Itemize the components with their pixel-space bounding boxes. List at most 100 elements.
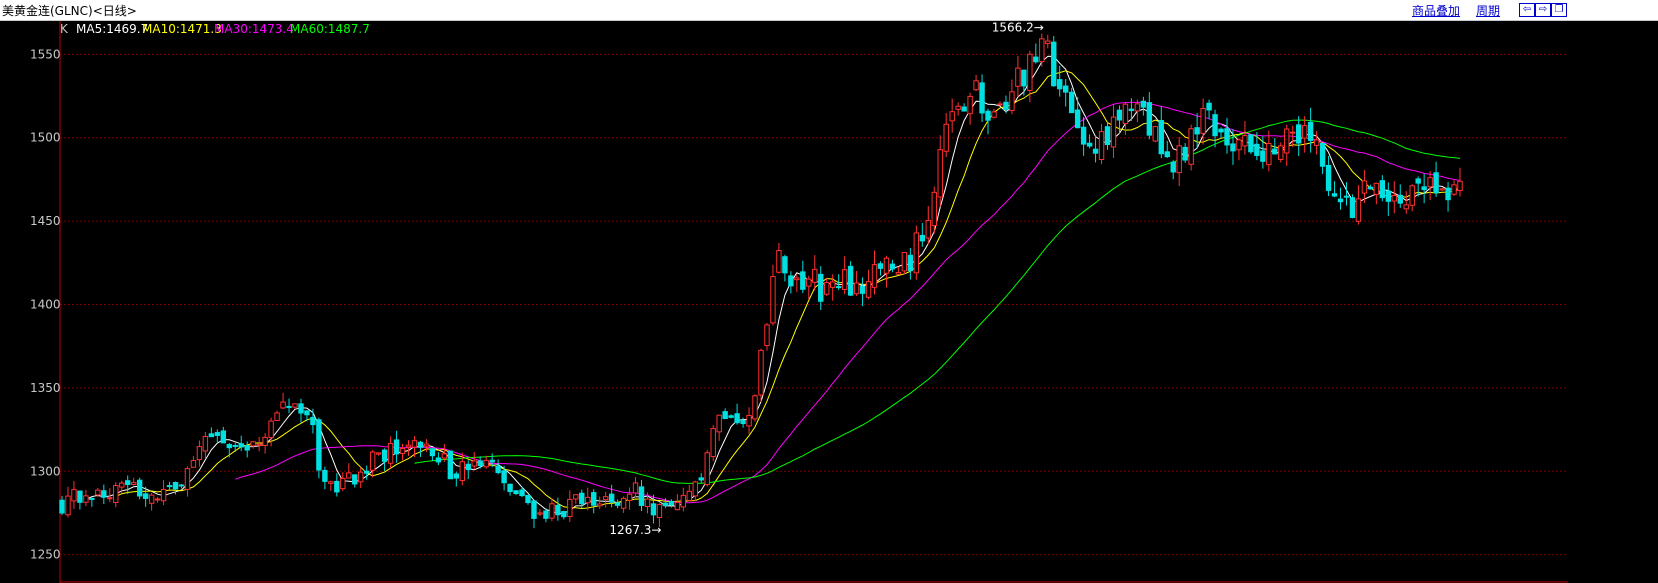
candle-body <box>184 468 191 490</box>
candle-body <box>244 445 250 451</box>
candle <box>399 443 406 461</box>
nav-next-icon[interactable]: ⇨ <box>1535 3 1551 17</box>
candle-body <box>340 477 346 490</box>
candle <box>429 448 436 461</box>
y-tick-label-1450: 1450 <box>30 214 61 228</box>
y-tick-label-1550: 1550 <box>30 47 61 61</box>
candle <box>1325 156 1332 197</box>
candle <box>202 431 209 459</box>
candle <box>1367 184 1374 190</box>
candle <box>1278 142 1284 163</box>
candle-body <box>154 498 161 501</box>
candle-body <box>889 263 896 270</box>
window-restore-icon[interactable]: ❐ <box>1551 3 1567 17</box>
period-link[interactable]: 周期 <box>1476 2 1500 19</box>
candle-body <box>979 82 985 114</box>
y-tick-label-1350: 1350 <box>30 381 61 395</box>
candle <box>1206 99 1212 120</box>
candle-body <box>812 268 818 283</box>
candle <box>710 425 716 462</box>
candle <box>238 435 244 451</box>
candle <box>1098 123 1105 165</box>
candle <box>806 275 812 300</box>
candle-body <box>1146 102 1153 136</box>
candlestick-chart[interactable]: 1250 1300 1350 1400 1450 1500 1550 K MA5:1469.… <box>0 21 1658 583</box>
overlay-commodity-link[interactable]: 商品叠加 <box>1412 2 1460 19</box>
candle-body <box>806 278 812 287</box>
candle <box>1080 117 1087 156</box>
candle <box>776 242 782 274</box>
candle-body <box>555 504 561 516</box>
candle-body <box>83 495 89 503</box>
candle-body <box>543 510 549 519</box>
candle-body <box>1051 41 1057 87</box>
candle-body <box>298 403 304 414</box>
candle <box>818 266 824 310</box>
candle <box>788 271 794 294</box>
nav-prev-icon[interactable]: ⇦ <box>1519 3 1535 17</box>
ma60-line <box>414 119 1461 484</box>
candle-body <box>818 273 824 302</box>
candle <box>686 484 693 501</box>
candle-body <box>1003 101 1009 110</box>
candle-body <box>1355 198 1362 222</box>
candle-body <box>1116 109 1123 121</box>
candle-body <box>1039 38 1045 63</box>
candle-body <box>1176 145 1182 174</box>
candle-body <box>107 497 113 500</box>
candle-body <box>513 490 519 495</box>
candle-body <box>1331 193 1338 197</box>
candle-body <box>985 110 991 121</box>
candle-body <box>1421 186 1427 191</box>
candle-body <box>1218 128 1224 133</box>
candle-body <box>136 479 143 497</box>
candle <box>393 430 400 463</box>
candle <box>310 408 316 434</box>
candle-body <box>77 490 83 503</box>
candle-body <box>608 493 615 503</box>
candle <box>208 427 215 438</box>
candle <box>1116 105 1123 134</box>
candle <box>101 484 107 504</box>
candle-body <box>125 480 131 485</box>
candle <box>1307 107 1314 153</box>
candle-body <box>602 496 609 501</box>
candle-body <box>238 443 244 448</box>
y-tick-label-1500: 1500 <box>30 131 61 145</box>
candle-body <box>913 232 920 274</box>
candle <box>961 103 967 112</box>
candle <box>1349 194 1356 219</box>
candle-body <box>949 111 955 122</box>
candle <box>925 206 931 245</box>
candle-body <box>1278 145 1284 160</box>
candle <box>800 260 806 294</box>
candle-body <box>620 497 627 509</box>
candle-body <box>214 432 221 436</box>
candle <box>196 440 203 467</box>
candle-body <box>531 500 537 519</box>
candle-body <box>268 420 274 439</box>
candle <box>824 277 830 297</box>
candle <box>154 496 161 503</box>
candle <box>184 466 191 497</box>
candle <box>638 480 645 512</box>
candle <box>83 489 89 507</box>
candle <box>1242 120 1248 155</box>
grid-lines <box>60 53 1568 583</box>
candle-body <box>770 276 776 324</box>
candle <box>1062 78 1069 107</box>
candle <box>1188 124 1194 171</box>
candle <box>549 498 555 522</box>
candle <box>352 474 358 488</box>
candle-body <box>758 349 764 396</box>
candle-body <box>405 444 412 448</box>
candle-body <box>363 470 370 474</box>
ma30-label: MA30:1473.4 <box>214 22 294 36</box>
candle <box>1403 190 1409 214</box>
candle-body <box>991 111 997 118</box>
candle-body <box>1385 190 1392 202</box>
candle-body <box>1086 142 1093 147</box>
candle-body <box>495 465 501 474</box>
candle-body <box>1337 198 1344 203</box>
candle-body <box>644 498 651 508</box>
